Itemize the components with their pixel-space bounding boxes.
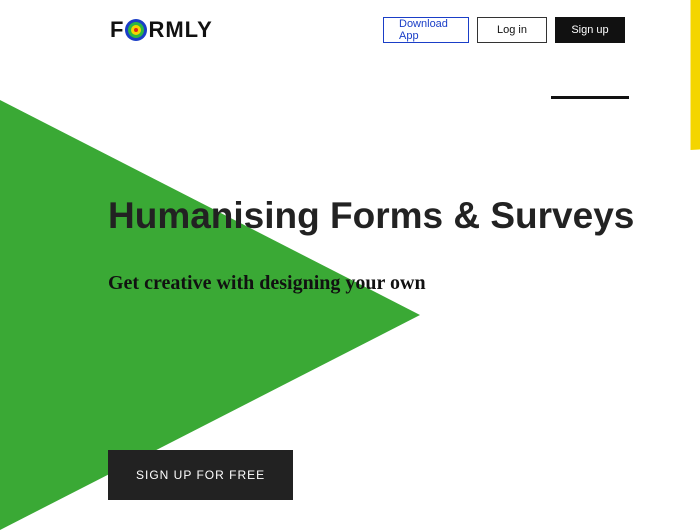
download-app-button[interactable]: Download App <box>383 17 469 43</box>
logo[interactable]: F RMLY <box>110 17 213 43</box>
logo-text-pre: F <box>110 17 124 43</box>
signup-free-button[interactable]: SIGN UP FOR FREE <box>108 450 293 500</box>
black-line-decoration <box>551 96 629 99</box>
hero-subhead: Get creative with designing your own <box>108 272 634 295</box>
hero-content: Humanising Forms & Surveys Get creative … <box>108 195 634 295</box>
logo-text-post: RMLY <box>148 17 212 43</box>
hero-headline: Humanising Forms & Surveys <box>108 195 634 237</box>
login-button[interactable]: Log in <box>477 17 547 43</box>
nav-buttons: Download App Log in Sign up <box>383 17 625 43</box>
logo-mark-icon <box>125 19 147 41</box>
header: F RMLY Download App Log in Sign up <box>0 10 700 50</box>
signup-button[interactable]: Sign up <box>555 17 625 43</box>
